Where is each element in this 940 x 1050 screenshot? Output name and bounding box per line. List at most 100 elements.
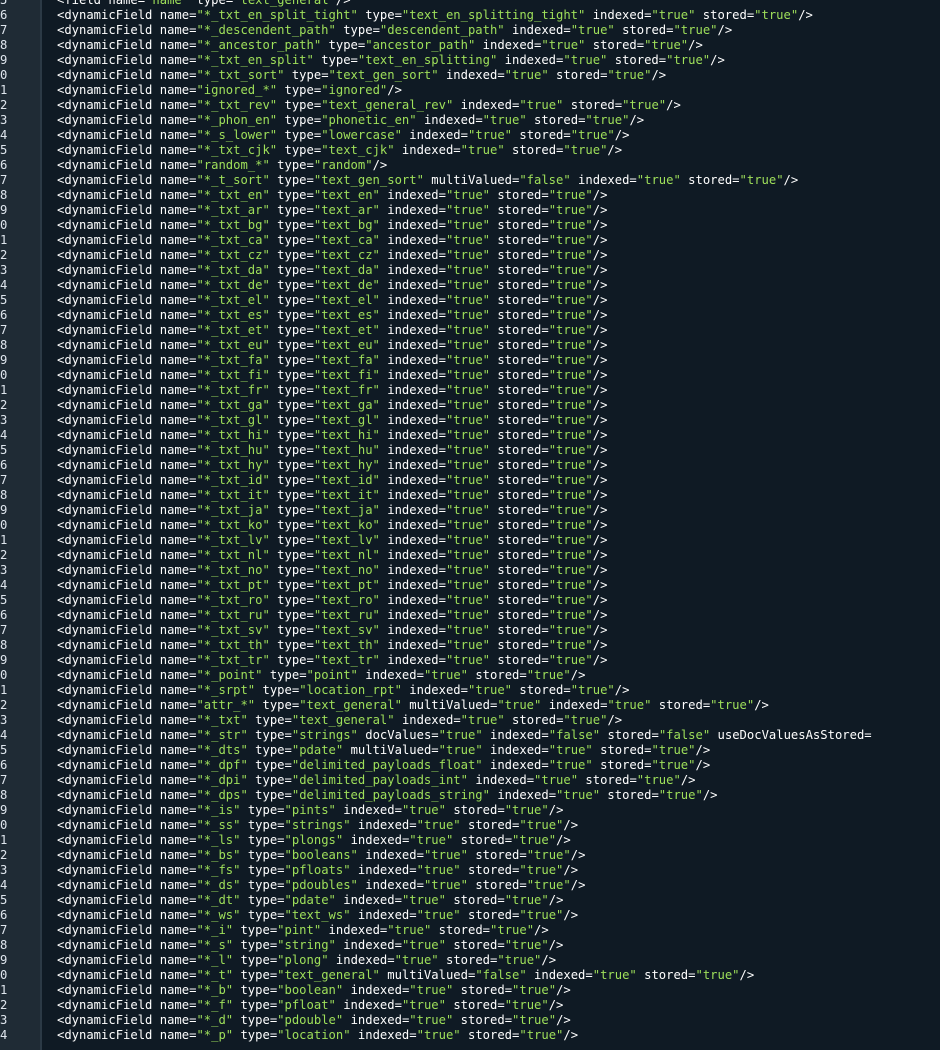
code-line[interactable]: 9 <dynamicField name="*_txt_fa" type="tex…	[0, 353, 940, 368]
code-line[interactable]: 5 <dynamicField name="*_txt_ro" type="tex…	[0, 593, 940, 608]
line-text[interactable]: <dynamicField name="*_txt_en" type="text…	[57, 188, 607, 203]
code-line[interactable]: 0 <dynamicField name="*_txt_ko" type="tex…	[0, 518, 940, 533]
code-line[interactable]: 8 <dynamicField name="*_txt_th" type="tex…	[0, 638, 940, 653]
line-text[interactable]: <dynamicField name="*_txt_ga" type="text…	[57, 398, 607, 413]
code-line[interactable]: 7 <dynamicField name="*_txt_id" type="tex…	[0, 473, 940, 488]
code-line[interactable]: 0 <dynamicField name="*_t" type="text_gen…	[0, 968, 940, 983]
code-area[interactable]: 5 <field name="name" type="text_general"/…	[0, 0, 940, 1043]
line-text[interactable]: <dynamicField name="*_txt_gl" type="text…	[57, 413, 607, 428]
code-line[interactable]: 8 <dynamicField name="*_txt_it" type="tex…	[0, 488, 940, 503]
line-text[interactable]: <dynamicField name="*_txt_it" type="text…	[57, 488, 607, 503]
line-text[interactable]: <dynamicField name="*_txt_id" type="text…	[57, 473, 607, 488]
code-line[interactable]: 6 <dynamicField name="*_txt_en_split_tigh…	[0, 8, 940, 23]
line-text[interactable]: <dynamicField name="*_descendent_path" t…	[57, 23, 732, 38]
code-line[interactable]: 6 <dynamicField name="random_*" type="ran…	[0, 158, 940, 173]
line-text[interactable]: <dynamicField name="*_txt_ja" type="text…	[57, 503, 607, 518]
line-text[interactable]: <dynamicField name="*_phon_en" type="pho…	[57, 113, 644, 128]
code-line[interactable]: 3 <dynamicField name="*_txt_gl" type="tex…	[0, 413, 940, 428]
line-text[interactable]: <dynamicField name="*_ws" type="text_ws"…	[57, 908, 578, 923]
line-text[interactable]: <dynamicField name="*_point" type="point…	[57, 668, 585, 683]
line-text[interactable]: <dynamicField name="*_str" type="strings…	[57, 728, 872, 743]
code-line[interactable]: 6 <dynamicField name="*_txt_hy" type="tex…	[0, 458, 940, 473]
line-text[interactable]: <dynamicField name="*_dps" type="delimit…	[57, 788, 718, 803]
line-text[interactable]: <dynamicField name="*_s" type="string" i…	[57, 938, 563, 953]
code-line[interactable]: 7 <dynamicField name="*_txt_sv" type="tex…	[0, 623, 940, 638]
code-line[interactable]: 4 <dynamicField name="*_ds" type="pdouble…	[0, 878, 940, 893]
code-line[interactable]: 9 <dynamicField name="*_l" type="plong" i…	[0, 953, 940, 968]
code-line[interactable]: 4 <dynamicField name="*_str" type="string…	[0, 728, 940, 743]
code-editor[interactable]: 5 <field name="name" type="text_general"/…	[0, 0, 940, 1050]
code-line[interactable]: 7 <dynamicField name="*_txt_et" type="tex…	[0, 323, 940, 338]
line-text[interactable]: <dynamicField name="*_txt_ca" type="text…	[57, 233, 607, 248]
code-line[interactable]: 4 <dynamicField name="*_s_lower" type="lo…	[0, 128, 940, 143]
code-line[interactable]: 0 <dynamicField name="*_txt_bg" type="tex…	[0, 218, 940, 233]
code-line[interactable]: 2 <dynamicField name="*_bs" type="boolean…	[0, 848, 940, 863]
line-text[interactable]: <dynamicField name="*_txt_lv" type="text…	[57, 533, 607, 548]
code-line[interactable]: 8 <dynamicField name="*_txt_eu" type="tex…	[0, 338, 940, 353]
line-text[interactable]: <dynamicField name="*_dt" type="pdate" i…	[57, 893, 563, 908]
line-text[interactable]: <dynamicField name="*_txt_es" type="text…	[57, 308, 607, 323]
line-text[interactable]: <dynamicField name="*_b" type="boolean" …	[57, 983, 571, 998]
code-line[interactable]: 4 <dynamicField name="*_p" type="location…	[0, 1028, 940, 1043]
code-line[interactable]: 8 <dynamicField name="*_ancestor_path" ty…	[0, 38, 940, 53]
line-text[interactable]: <dynamicField name="*_t_sort" type="text…	[57, 173, 798, 188]
code-line[interactable]: 9 <dynamicField name="*_txt_en_split" typ…	[0, 53, 940, 68]
code-line[interactable]: 5 <dynamicField name="*_dts" type="pdate"…	[0, 743, 940, 758]
line-text[interactable]: <dynamicField name="*_txt_pt" type="text…	[57, 578, 607, 593]
line-text[interactable]: <dynamicField name="*_txt_el" type="text…	[57, 293, 607, 308]
line-text[interactable]: <dynamicField name="*_txt_ro" type="text…	[57, 593, 607, 608]
line-text[interactable]: <dynamicField name="*_txt_th" type="text…	[57, 638, 607, 653]
line-text[interactable]: <dynamicField name="*_ds" type="pdoubles…	[57, 878, 585, 893]
code-line[interactable]: 7 <dynamicField name="*_i" type="pint" in…	[0, 923, 940, 938]
line-text[interactable]: <dynamicField name="*_txt_hi" type="text…	[57, 428, 607, 443]
code-line[interactable]: 2 <dynamicField name="*_txt_rev" type="te…	[0, 98, 940, 113]
line-text[interactable]: <dynamicField name="*_ss" type="strings"…	[57, 818, 578, 833]
line-text[interactable]: <dynamicField name="*_txt_ru" type="text…	[57, 608, 607, 623]
line-text[interactable]: <dynamicField name="*_txt" type="text_ge…	[57, 713, 622, 728]
line-text[interactable]: <dynamicField name="*_t" type="text_gene…	[57, 968, 754, 983]
line-text[interactable]: <dynamicField name="*_txt_et" type="text…	[57, 323, 607, 338]
line-text[interactable]: <dynamicField name="*_txt_nl" type="text…	[57, 548, 607, 563]
line-text[interactable]: <dynamicField name="*_txt_en_split" type…	[57, 53, 725, 68]
line-text[interactable]: <dynamicField name="*_dpf" type="delimit…	[57, 758, 710, 773]
code-line[interactable]: 3 <dynamicField name="*_txt_da" type="tex…	[0, 263, 940, 278]
line-text[interactable]: <dynamicField name="*_txt_da" type="text…	[57, 263, 607, 278]
code-line[interactable]: 5 <field name="name" type="text_general"/…	[0, 0, 940, 8]
line-text[interactable]: <dynamicField name="*_txt_cz" type="text…	[57, 248, 607, 263]
code-line[interactable]: 1 <dynamicField name="*_txt_ca" type="tex…	[0, 233, 940, 248]
line-text[interactable]: <dynamicField name="*_txt_en_split_tight…	[57, 8, 813, 23]
code-line[interactable]: 0 <dynamicField name="*_txt_sort" type="t…	[0, 68, 940, 83]
code-line[interactable]: 1 <dynamicField name="ignored_*" type="ig…	[0, 83, 940, 98]
line-text[interactable]: <dynamicField name="*_txt_bg" type="text…	[57, 218, 607, 233]
code-line[interactable]: 1 <dynamicField name="*_ls" type="plongs"…	[0, 833, 940, 848]
line-text[interactable]: <dynamicField name="attr_*" type="text_g…	[57, 698, 769, 713]
line-text[interactable]: <dynamicField name="*_txt_fi" type="text…	[57, 368, 607, 383]
code-line[interactable]: 8 <dynamicField name="*_txt_en" type="tex…	[0, 188, 940, 203]
code-line[interactable]: 6 <dynamicField name="*_txt_ru" type="tex…	[0, 608, 940, 623]
code-line[interactable]: 5 <dynamicField name="*_dt" type="pdate" …	[0, 893, 940, 908]
code-line[interactable]: 6 <dynamicField name="*_txt_es" type="tex…	[0, 308, 940, 323]
code-line[interactable]: 1 <dynamicField name="*_b" type="boolean"…	[0, 983, 940, 998]
line-text[interactable]: <dynamicField name="*_txt_fa" type="text…	[57, 353, 607, 368]
code-line[interactable]: 7 <dynamicField name="*_dpi" type="delimi…	[0, 773, 940, 788]
code-line[interactable]: 3 <dynamicField name="*_phon_en" type="ph…	[0, 113, 940, 128]
line-text[interactable]: <dynamicField name="*_txt_fr" type="text…	[57, 383, 607, 398]
code-line[interactable]: 5 <dynamicField name="*_txt_el" type="tex…	[0, 293, 940, 308]
line-text[interactable]: <dynamicField name="*_d" type="pdouble" …	[57, 1013, 571, 1028]
line-text[interactable]: <dynamicField name="*_txt_cjk" type="tex…	[57, 143, 622, 158]
code-line[interactable]: 6 <dynamicField name="*_dpf" type="delimi…	[0, 758, 940, 773]
line-text[interactable]: <dynamicField name="*_txt_no" type="text…	[57, 563, 607, 578]
line-text[interactable]: <dynamicField name="*_txt_de" type="text…	[57, 278, 607, 293]
line-text[interactable]: <dynamicField name="*_bs" type="booleans…	[57, 848, 585, 863]
code-line[interactable]: 6 <dynamicField name="*_ws" type="text_ws…	[0, 908, 940, 923]
code-line[interactable]: 2 <dynamicField name="attr_*" type="text_…	[0, 698, 940, 713]
code-line[interactable]: 3 <dynamicField name="*_txt_no" type="tex…	[0, 563, 940, 578]
line-text[interactable]: <dynamicField name="*_srpt" type="locati…	[57, 683, 629, 698]
line-text[interactable]: <dynamicField name="*_txt_rev" type="tex…	[57, 98, 681, 113]
code-line[interactable]: 1 <dynamicField name="*_txt_lv" type="tex…	[0, 533, 940, 548]
code-line[interactable]: 0 <dynamicField name="*_txt_fi" type="tex…	[0, 368, 940, 383]
code-line[interactable]: 2 <dynamicField name="*_f" type="pfloat" …	[0, 998, 940, 1013]
line-text[interactable]: <dynamicField name="*_txt_eu" type="text…	[57, 338, 607, 353]
code-line[interactable]: 2 <dynamicField name="*_txt_ga" type="tex…	[0, 398, 940, 413]
code-line[interactable]: 8 <dynamicField name="*_dps" type="delimi…	[0, 788, 940, 803]
